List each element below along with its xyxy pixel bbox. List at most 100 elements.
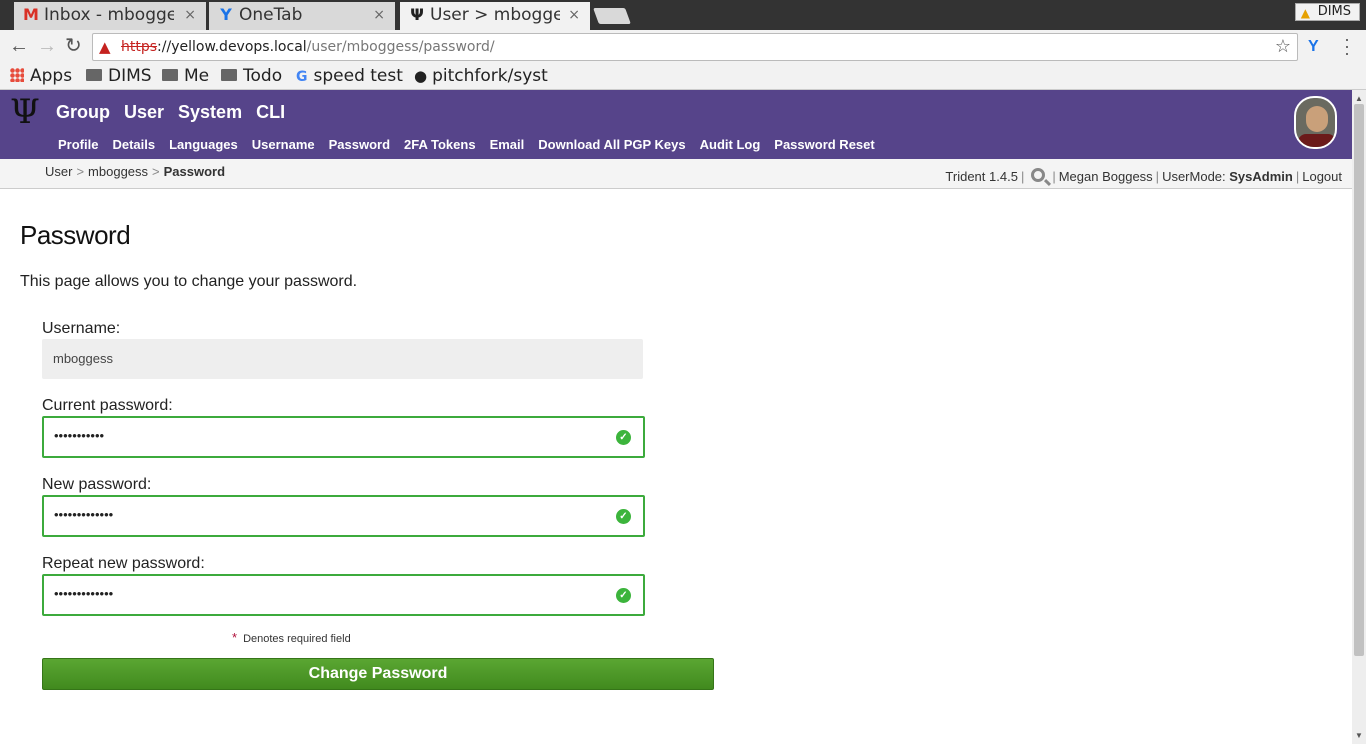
- subnav-2fa-tokens[interactable]: 2FA Tokens: [404, 137, 476, 152]
- forward-icon[interactable]: →: [37, 36, 57, 56]
- nav-group[interactable]: Group: [56, 102, 110, 123]
- browser-toolbar: ← → ↻ ▲ https://yellow.devops.local/user…: [0, 30, 1366, 63]
- bookmark-todo[interactable]: Todo: [221, 65, 282, 87]
- nav-user[interactable]: User: [124, 102, 164, 123]
- breadcrumb-bar: User > mboggess > Password Trident 1.4.5 | | Me…: [0, 159, 1352, 189]
- bookmark-label: DIMS: [108, 66, 152, 86]
- check-icon: ✓: [616, 430, 631, 445]
- back-icon[interactable]: ←: [9, 36, 29, 56]
- bookmark-apps[interactable]: Apps: [10, 65, 72, 87]
- repeat-password-label: Repeat new password:: [42, 555, 205, 572]
- bookmark-me[interactable]: Me: [162, 65, 209, 87]
- bookmark-label: Todo: [243, 66, 283, 86]
- scrollbar-thumb[interactable]: [1354, 104, 1364, 656]
- breadcrumb-mboggess[interactable]: mboggess: [88, 164, 148, 179]
- required-note-text: Denotes required field: [243, 633, 351, 645]
- folder-icon: [221, 69, 237, 81]
- avatar[interactable]: [1294, 96, 1337, 149]
- divider: |: [1155, 169, 1160, 184]
- bookmark-label: Me: [184, 66, 210, 86]
- bookmark-dims[interactable]: DIMS: [86, 65, 152, 87]
- app-header: Ψ Group User System CLI Profile Details Langu…: [0, 90, 1352, 159]
- browser-tab-inbox[interactable]: M Inbox - mbogge ×: [14, 2, 206, 30]
- scroll-down-icon[interactable]: ▼: [1355, 731, 1363, 740]
- bookmark-label: pitchfork/syst: [432, 66, 548, 86]
- onetab-extension-icon[interactable]: Y: [1308, 38, 1319, 56]
- check-icon: ✓: [616, 509, 631, 524]
- onetab-icon: Y: [220, 5, 232, 24]
- subnav-details[interactable]: Details: [112, 137, 155, 152]
- browser-tab-strip: M Inbox - mbogge × Y OneTab × Ψ User > m…: [0, 0, 1366, 30]
- page-scrollbar[interactable]: ▲ ▼: [1352, 90, 1366, 744]
- new-password-label: New password:: [42, 476, 152, 493]
- gmail-icon: M: [23, 5, 39, 24]
- subnav-password-reset[interactable]: Password Reset: [774, 137, 874, 152]
- folder-icon: [162, 69, 178, 81]
- browser-tab-onetab[interactable]: Y OneTab ×: [209, 2, 395, 30]
- subnav-languages[interactable]: Languages: [169, 137, 238, 152]
- bookmarks-bar: Apps DIMS Me Todo Gspeed test ● pitchfork…: [0, 63, 1366, 90]
- trident-icon: Ψ: [410, 5, 424, 24]
- profile-badge[interactable]: ▲ DIMS: [1294, 3, 1360, 21]
- usermode-label: UserMode:: [1162, 169, 1226, 184]
- nav-cli[interactable]: CLI: [256, 102, 285, 123]
- breadcrumb-current: Password: [163, 164, 226, 179]
- close-icon[interactable]: ×: [184, 2, 196, 28]
- address-bar[interactable]: ▲ https://yellow.devops.local/user/mbogg…: [92, 33, 1298, 61]
- current-password-value: •••••••••••: [54, 428, 105, 443]
- profile-name: DIMS: [1317, 4, 1351, 19]
- search-icon[interactable]: [1031, 168, 1046, 182]
- folder-icon: [86, 69, 102, 81]
- main-nav: Group User System CLI: [56, 102, 299, 123]
- bookmark-speed-test[interactable]: Gspeed test: [296, 65, 403, 88]
- bookmark-star-icon[interactable]: ☆: [1275, 34, 1291, 60]
- usermode-value[interactable]: SysAdmin: [1229, 169, 1293, 184]
- github-icon: ●: [414, 67, 428, 85]
- trident-logo-icon[interactable]: Ψ: [10, 94, 40, 130]
- username-label: Username:: [42, 320, 121, 337]
- reload-icon[interactable]: ↻: [65, 36, 82, 56]
- username-value: mboggess: [53, 351, 113, 366]
- breadcrumb-user[interactable]: User: [45, 164, 72, 179]
- tab-title: User > mbogges: [430, 5, 560, 25]
- current-password-field[interactable]: ••••••••••• ✓: [42, 416, 645, 458]
- subnav-download-pgp-keys[interactable]: Download All PGP Keys: [538, 137, 685, 152]
- url-host: ://yellow.devops.local: [157, 39, 307, 55]
- logout-link[interactable]: Logout: [1302, 169, 1342, 184]
- browser-tab-active[interactable]: Ψ User > mbogges ×: [400, 2, 590, 30]
- not-secure-icon: ▲: [99, 38, 111, 56]
- apps-grid-icon: [10, 68, 24, 82]
- divider: |: [1020, 169, 1025, 184]
- bookmark-label: speed test: [313, 66, 403, 86]
- version-label: Trident 1.4.5: [945, 169, 1018, 184]
- breadcrumb-separator: >: [76, 164, 85, 179]
- new-tab-button[interactable]: [593, 8, 631, 24]
- divider: |: [1295, 169, 1300, 184]
- check-icon: ✓: [616, 588, 631, 603]
- nav-system[interactable]: System: [178, 102, 242, 123]
- change-password-button[interactable]: Change Password: [42, 658, 714, 690]
- subnav-email[interactable]: Email: [490, 137, 525, 152]
- bookmark-label: Apps: [30, 66, 73, 86]
- tab-title: OneTab: [239, 5, 303, 25]
- new-password-field[interactable]: ••••••••••••• ✓: [42, 495, 645, 537]
- subnav-audit-log[interactable]: Audit Log: [700, 137, 761, 152]
- avatar-shirt: [1298, 134, 1335, 147]
- browser-menu-icon[interactable]: · · ·: [1342, 30, 1352, 62]
- status-line: Trident 1.4.5 | | Megan Boggess | UserMode: S…: [945, 167, 1342, 184]
- close-icon[interactable]: ×: [373, 2, 385, 28]
- required-note: * Denotes required field: [232, 630, 351, 645]
- google-icon: G: [296, 69, 308, 85]
- url-path: /user/mboggess/password/: [306, 39, 495, 55]
- current-password-label: Current password:: [42, 397, 173, 414]
- subnav-username[interactable]: Username: [252, 137, 315, 152]
- close-icon[interactable]: ×: [568, 2, 580, 28]
- bookmark-pitchfork[interactable]: ● pitchfork/syst: [414, 65, 548, 87]
- scroll-up-icon[interactable]: ▲: [1355, 94, 1363, 103]
- sub-nav: Profile Details Languages Username Password 2…: [58, 136, 889, 154]
- current-user-link[interactable]: Megan Boggess: [1059, 169, 1153, 184]
- repeat-password-field[interactable]: ••••••••••••• ✓: [42, 574, 645, 616]
- subnav-password[interactable]: Password: [329, 137, 390, 152]
- page-title: Password: [20, 220, 131, 250]
- subnav-profile[interactable]: Profile: [58, 137, 98, 152]
